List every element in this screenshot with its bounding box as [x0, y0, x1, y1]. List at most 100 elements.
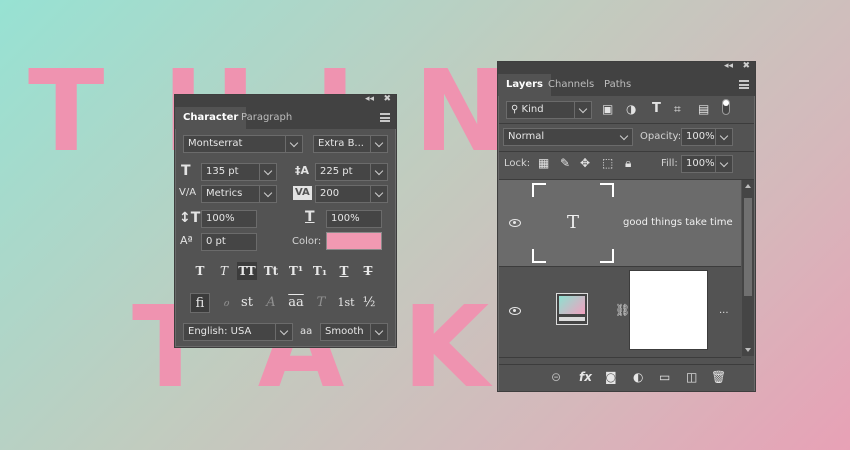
fractions-button[interactable]: ½ — [359, 293, 379, 313]
lock-all-icon[interactable]: 🔒︎ — [625, 156, 631, 170]
horizontal-scale-input[interactable]: 100% — [326, 210, 382, 228]
vertical-scale-value: 100% — [206, 213, 235, 224]
link-layers-icon[interactable]: ⊝ — [551, 370, 561, 384]
new-adjustment-layer-icon[interactable]: ◐ — [633, 370, 643, 384]
tracking-select[interactable]: 200 — [315, 185, 388, 203]
tracking-value: 200 — [320, 188, 340, 199]
fill-value: 100% — [686, 158, 715, 169]
layer-mask-thumbnail[interactable] — [629, 270, 708, 350]
layer-row-gradient[interactable]: ⛓︎ ... — [499, 267, 741, 358]
font-size-icon: T — [181, 163, 191, 179]
superscript-button[interactable]: T¹ — [286, 262, 306, 280]
layers-scrollbar[interactable] — [742, 180, 754, 356]
visibility-eye-icon[interactable] — [509, 219, 521, 227]
kerning-icon: V/A — [179, 187, 197, 198]
collapse-icon[interactable]: ◂◂ — [724, 61, 733, 71]
faux-italic-button[interactable]: T — [214, 262, 234, 280]
language-value: English: USA — [188, 326, 252, 337]
close-icon[interactable]: ✖ — [742, 61, 750, 71]
contextual-alternates-button[interactable]: ℴ — [216, 293, 236, 313]
font-style-select[interactable]: Extra B... — [313, 135, 388, 153]
small-caps-button[interactable]: Tt — [261, 262, 281, 280]
lock-label: Lock: — [504, 158, 531, 169]
fill-label: Fill: — [661, 158, 678, 169]
leading-select[interactable]: 225 pt — [315, 163, 388, 181]
stylistic-alternates-button[interactable]: aa — [286, 293, 306, 313]
blend-mode-select[interactable]: Normal — [503, 128, 633, 146]
underline-button[interactable]: T — [334, 262, 354, 280]
lock-position-icon[interactable]: ✥ — [580, 156, 590, 170]
lock-artboard-icon[interactable]: ⬚ — [602, 156, 613, 170]
layer-filter-select[interactable]: ⚲ Kind — [506, 101, 592, 119]
faux-bold-button[interactable]: T — [190, 262, 210, 280]
font-size-select[interactable]: 135 pt — [201, 163, 277, 181]
baseline-shift-value: 0 pt — [206, 236, 226, 247]
smart-object-filter-icon[interactable]: ▤ — [698, 102, 709, 116]
layers-bottom-toolbar: ⊝ fx ◙ ◐ ▭ ◫ 🗑︎ — [499, 364, 754, 391]
antialias-select[interactable]: Smooth — [320, 323, 388, 341]
font-style-value: Extra B... — [318, 138, 364, 149]
language-select[interactable]: English: USA — [183, 323, 293, 341]
collapse-icon[interactable]: ◂◂ — [365, 94, 374, 104]
layer-style-fx-icon[interactable]: fx — [579, 370, 592, 384]
font-family-select[interactable]: Montserrat — [183, 135, 303, 153]
new-layer-icon[interactable]: ◫ — [686, 370, 697, 384]
horizontal-scale-value: 100% — [331, 213, 360, 224]
tab-paths[interactable]: Paths — [596, 74, 639, 96]
vertical-scale-input[interactable]: 100% — [201, 210, 257, 228]
horizontal-scale-icon: T — [305, 209, 315, 225]
layer-row-text[interactable]: T good things take time — [499, 180, 741, 267]
subscript-button[interactable]: T₁ — [310, 262, 330, 280]
opacity-label: Opacity: — [640, 131, 682, 142]
fill-input[interactable]: 100% — [681, 155, 733, 173]
character-panel: ◂◂ ✖ Character Paragraph Montserrat Extr… — [174, 94, 397, 348]
filter-toggle-icon[interactable] — [722, 99, 730, 115]
type-filter-icon[interactable]: T — [652, 102, 661, 116]
font-family-value: Montserrat — [188, 138, 243, 149]
baseline-shift-icon: Aª — [180, 234, 193, 247]
all-caps-button[interactable]: TT — [237, 262, 257, 280]
ordinals-button[interactable]: 1st — [335, 293, 357, 313]
layers-panel-titlebar: ◂◂ ✖ — [498, 61, 755, 74]
adjustment-filter-icon[interactable]: ◑ — [626, 102, 636, 116]
kerning-select[interactable]: Metrics — [201, 185, 277, 203]
tab-paragraph[interactable]: Paragraph — [233, 107, 300, 129]
opacity-input[interactable]: 100% — [681, 128, 733, 146]
discretionary-ligatures-button[interactable]: st — [237, 293, 257, 313]
layers-panel-tabs: Layers Channels Paths — [498, 74, 755, 96]
lock-image-pixels-icon[interactable]: ✎ — [560, 156, 570, 170]
panel-menu-icon[interactable] — [739, 80, 749, 89]
kerning-value: Metrics — [206, 188, 243, 199]
divider — [499, 151, 754, 152]
shape-filter-icon[interactable]: ⌗ — [674, 102, 681, 116]
layer-filter-value: Kind — [521, 104, 544, 115]
layers-panel: ◂◂ ✖ Layers Channels Paths ⚲ Kind ▣ ◑ T … — [497, 61, 756, 392]
text-color-swatch[interactable] — [326, 232, 382, 250]
image-filter-icon[interactable]: ▣ — [602, 102, 613, 116]
panel-menu-icon[interactable] — [380, 113, 390, 122]
new-group-icon[interactable]: ▭ — [659, 370, 670, 384]
titling-alternates-button[interactable]: T — [311, 293, 331, 313]
character-panel-titlebar: ◂◂ ✖ — [175, 94, 396, 107]
search-icon: ⚲ — [511, 104, 519, 115]
visibility-eye-icon[interactable] — [509, 307, 521, 315]
close-icon[interactable]: ✖ — [383, 94, 391, 104]
standard-ligatures-button[interactable]: fi — [190, 293, 210, 313]
scrollbar-thumb[interactable] — [744, 198, 752, 296]
baseline-shift-input[interactable]: 0 pt — [201, 233, 257, 251]
scroll-up-icon[interactable] — [745, 184, 751, 188]
swash-button[interactable]: A — [261, 293, 281, 313]
font-size-value: 135 pt — [206, 166, 239, 177]
layer-name[interactable]: good things take time — [623, 217, 733, 229]
blend-mode-value: Normal — [508, 131, 545, 142]
add-mask-icon[interactable]: ◙ — [605, 370, 617, 384]
gradient-fill-icon — [556, 293, 588, 325]
delete-layer-icon[interactable]: 🗑︎ — [711, 370, 726, 384]
scroll-down-icon[interactable] — [745, 348, 751, 352]
color-label: Color: — [292, 236, 322, 247]
layer-mask-link-icon[interactable]: ⛓︎ — [615, 303, 630, 317]
tab-channels[interactable]: Channels — [540, 74, 602, 96]
strikethrough-button[interactable]: T — [358, 262, 378, 280]
lock-transparent-pixels-icon[interactable]: ▦ — [538, 156, 549, 170]
vertical-scale-icon: ↕T — [179, 210, 201, 226]
